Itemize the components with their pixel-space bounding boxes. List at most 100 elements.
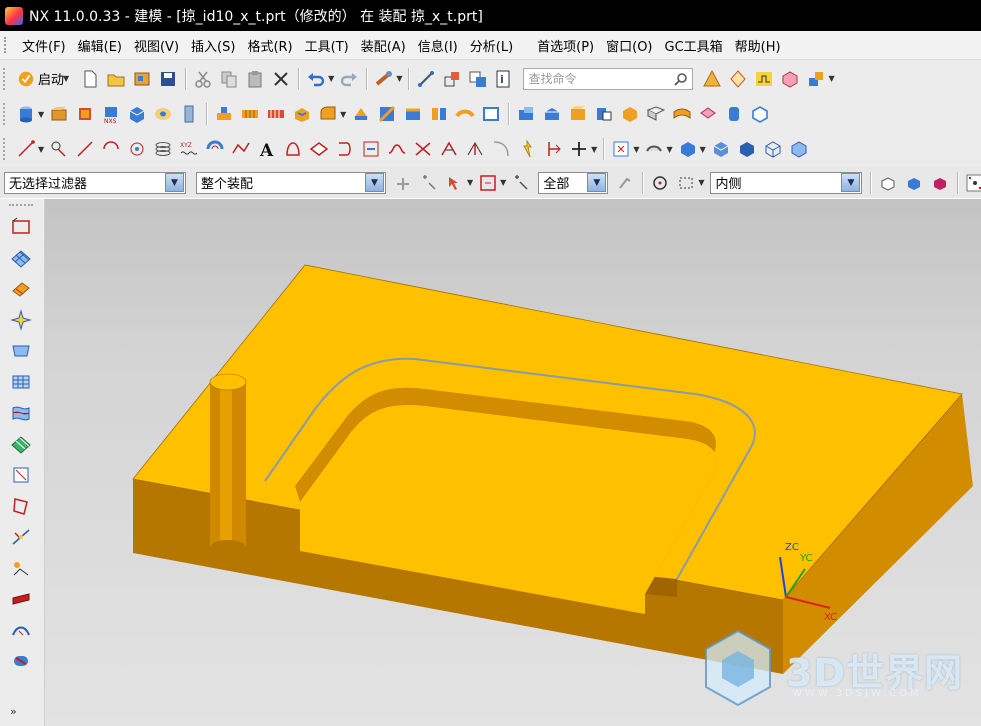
menu-info[interactable]: 信息(I) [412, 36, 464, 55]
datum-icon[interactable] [542, 138, 564, 160]
chevron-down-icon[interactable]: ▼ [38, 110, 44, 119]
assembly-tools-icon[interactable] [805, 68, 827, 90]
offset-region-icon[interactable] [567, 103, 589, 125]
select-edges-icon[interactable] [510, 172, 532, 194]
trim-sheet-icon[interactable] [8, 493, 34, 519]
select-rectangle-icon[interactable] [675, 172, 697, 194]
shaded-view-icon[interactable] [677, 138, 699, 160]
front-view-icon[interactable] [788, 138, 810, 160]
arc-icon[interactable] [48, 138, 70, 160]
undo-icon[interactable] [305, 68, 327, 90]
resource-bar-grip[interactable] [9, 204, 33, 210]
project-curve-icon[interactable] [230, 138, 252, 160]
cylinder-icon[interactable] [15, 103, 37, 125]
measure-icon[interactable] [415, 68, 437, 90]
synchronous-move-icon[interactable] [515, 103, 537, 125]
sew-icon[interactable] [8, 555, 34, 581]
extend-sheet-icon[interactable] [8, 524, 34, 550]
draft-analysis-icon[interactable] [779, 68, 801, 90]
select-body-icon[interactable] [877, 172, 899, 194]
replace-icon[interactable] [593, 103, 615, 125]
toolbar-grip[interactable] [3, 103, 9, 125]
pull-face-icon[interactable] [541, 103, 563, 125]
variable-offset-icon[interactable] [8, 648, 34, 674]
menu-preferences[interactable]: 首选项(P) [531, 36, 600, 55]
pattern-icon[interactable] [178, 103, 200, 125]
tools-icon[interactable] [373, 68, 395, 90]
copy-icon[interactable] [218, 68, 240, 90]
extrude-icon[interactable] [48, 103, 70, 125]
n-sided-surface-icon[interactable] [8, 431, 34, 457]
chevron-down-icon[interactable]: ▼ [700, 145, 706, 154]
trim-curve-icon[interactable] [438, 138, 460, 160]
light-icon[interactable] [516, 138, 538, 160]
chevron-down-icon[interactable]: ▼ [38, 145, 44, 154]
chevron-down-icon[interactable]: ▼ [666, 145, 672, 154]
isometric-view-icon[interactable] [736, 138, 758, 160]
chevron-down-icon[interactable]: ▼ [328, 74, 334, 83]
basic-curve-icon[interactable] [74, 138, 96, 160]
through-curves-icon[interactable] [8, 307, 34, 333]
more-tools-icon[interactable]: » [10, 705, 17, 718]
join-curve-icon[interactable] [412, 138, 434, 160]
render-style-icon[interactable] [643, 138, 665, 160]
fit-view-icon[interactable] [610, 138, 632, 160]
menu-window[interactable]: 窗口(O) [600, 36, 658, 55]
curve-length-icon[interactable] [490, 138, 512, 160]
surface-analysis-icon[interactable] [727, 68, 749, 90]
select-component-icon[interactable] [903, 172, 925, 194]
grid-surface-icon[interactable] [8, 245, 34, 271]
cut-icon[interactable] [192, 68, 214, 90]
menu-assembly[interactable]: 装配(A) [355, 36, 412, 55]
chevron-down-icon[interactable]: ▼ [500, 178, 506, 187]
edge-blend-icon[interactable] [317, 103, 339, 125]
selection-scope-dropdown[interactable]: 整个装配 ▼ [196, 171, 386, 194]
menu-insert[interactable]: 插入(S) [185, 36, 241, 55]
select-solid-icon[interactable] [929, 172, 951, 194]
chevron-down-icon[interactable]: ▼ [698, 178, 704, 187]
layer-settings-icon[interactable] [467, 68, 489, 90]
type-filter-dropdown[interactable]: 无选择过滤器 ▼ [4, 171, 186, 194]
menu-file[interactable]: 文件(F) [16, 36, 72, 55]
toolbar-grip[interactable] [3, 138, 9, 160]
save-icon[interactable] [157, 68, 179, 90]
draft-icon[interactable] [376, 103, 398, 125]
offset-curve-icon[interactable] [204, 138, 226, 160]
swept-icon[interactable] [8, 338, 34, 364]
extract-curve-icon[interactable] [360, 138, 382, 160]
select-feature-icon[interactable] [444, 172, 466, 194]
move-object-icon[interactable] [441, 68, 463, 90]
thicken-icon[interactable] [697, 103, 719, 125]
info-icon[interactable]: i [493, 68, 515, 90]
hole-icon[interactable] [152, 103, 174, 125]
helix-icon[interactable] [152, 138, 174, 160]
command-search-input[interactable]: 查找命令 [523, 67, 694, 90]
chevron-down-icon[interactable]: ▼ [467, 178, 473, 187]
offset-face-icon[interactable] [454, 103, 476, 125]
ruled-surface-icon[interactable] [8, 276, 34, 302]
subtract-icon[interactable] [239, 103, 261, 125]
delete-face-icon[interactable] [645, 103, 667, 125]
patch-icon[interactable] [8, 586, 34, 612]
block-icon[interactable] [126, 103, 148, 125]
chevron-down-icon[interactable]: ▼ [396, 74, 402, 83]
start-button[interactable]: 启动 ▼ [13, 67, 75, 91]
chevron-down-icon[interactable]: ▼ [828, 74, 834, 83]
shape-studio-icon[interactable] [701, 68, 723, 90]
menu-help[interactable]: 帮助(H) [729, 36, 787, 55]
menu-tools[interactable]: 工具(T) [299, 36, 355, 55]
paste-icon[interactable] [244, 68, 266, 90]
graphics-window[interactable]: ZC YC XC 3D世界网 WWW.3DSJW.COM [45, 199, 981, 726]
delete-icon[interactable] [270, 68, 292, 90]
studio-surface-icon[interactable] [8, 400, 34, 426]
chevron-down-icon[interactable]: ▼ [591, 145, 597, 154]
wireframe-view-icon[interactable] [762, 138, 784, 160]
chevron-down-icon[interactable]: ▼ [841, 173, 861, 192]
open-recent-icon[interactable] [131, 68, 153, 90]
unite-icon[interactable] [213, 103, 235, 125]
divide-curve-icon[interactable] [464, 138, 486, 160]
menu-view[interactable]: 视图(V) [128, 36, 185, 55]
snap-point-icon[interactable] [418, 172, 440, 194]
through-curve-mesh-icon[interactable] [8, 369, 34, 395]
sketch-icon[interactable] [8, 214, 34, 240]
